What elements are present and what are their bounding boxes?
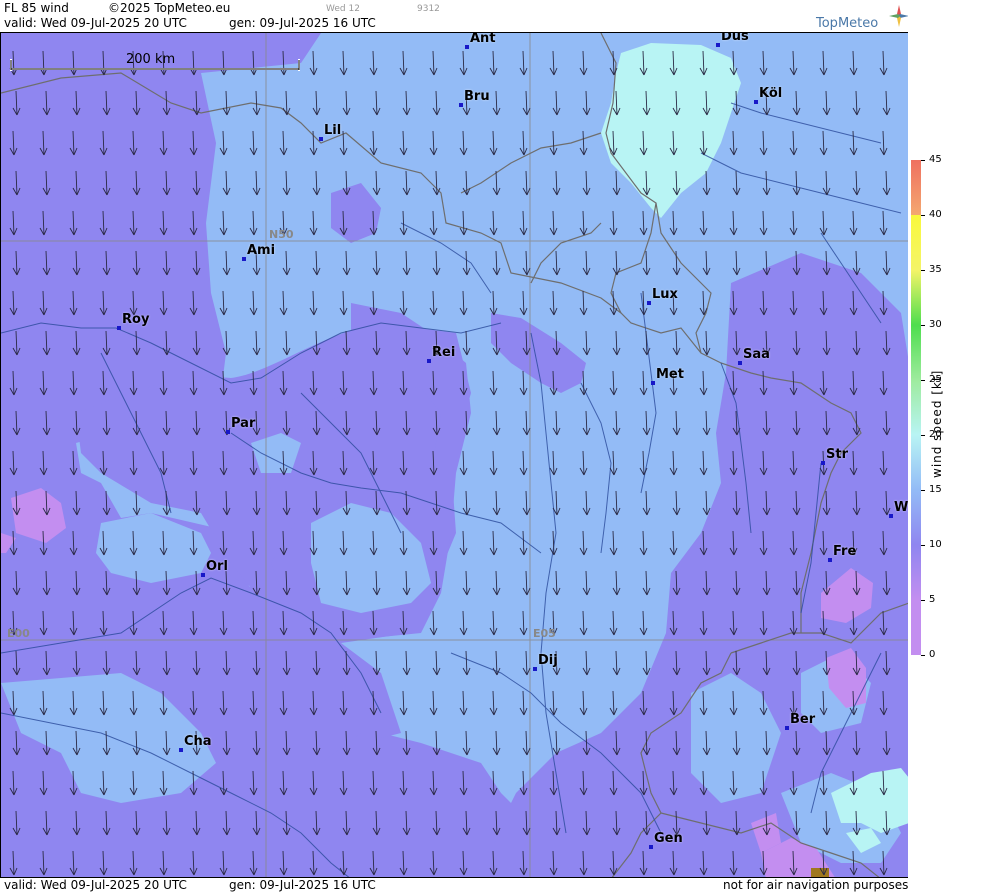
city-marker [427,359,431,363]
product-title: FL 85 wind [4,1,69,15]
city-label: W [894,500,908,515]
footer-valid-time: valid: Wed 09-Jul-2025 20 UTC [4,878,187,892]
footer-generated-time: gen: 09-Jul-2025 16 UTC [229,878,376,892]
wind-speed-legend: 45 40 35 30 25 20 15 10 5 0 wind speed [kt] [908,0,1000,893]
legend-band [911,600,921,655]
city-marker [226,430,230,434]
legend-tick-label: 0 [929,649,936,660]
legend-tick-mark [921,215,925,216]
legend-band [911,215,921,270]
legend-tick-mark [921,600,925,601]
legend-band [911,490,921,545]
city-label: Lux [652,287,678,302]
grid-label-e00: E00 [7,627,30,640]
city-marker [242,257,246,261]
city-label: Köl [759,86,783,101]
legend-title: wind speed [kt] [930,369,944,478]
city-label: Saa [743,347,770,362]
city-label: Düs [721,32,749,44]
city-marker [889,514,893,518]
legend-tick-mark [921,270,925,271]
city-marker [117,326,121,330]
city-marker [649,845,653,849]
city-label: Dij [538,653,558,668]
city-label: Met [656,367,684,382]
legend-tick-mark [921,160,925,161]
legend-tick-label: 40 [929,209,942,220]
scale-bar-label: 200 km [126,52,176,67]
city-marker [459,103,463,107]
legend-tick-label: 5 [929,594,936,605]
legend-band [911,325,921,380]
legend-color-bar [911,160,921,655]
legend-band [911,160,921,215]
city-label: Par [231,416,256,431]
footer-disclaimer: not for air navigation purposes [723,878,909,892]
small-day-label: Wed 12 [326,4,360,14]
legend-tick-mark [921,655,925,656]
city-marker [828,558,832,562]
city-label: Gen [654,831,683,846]
legend-tick-mark [921,325,925,326]
city-marker [651,381,655,385]
city-label: Lil [324,123,342,138]
legend-band [911,380,921,435]
city-marker [716,43,720,47]
legend-band [911,435,921,490]
legend-tick-mark [921,490,925,491]
small-code-label: 9312 [417,4,440,14]
city-label: Ber [790,712,816,727]
wind-map-canvas [1,33,908,877]
city-marker [647,301,651,305]
topmeteo-logo[interactable]: TopMeteo [812,4,909,32]
legend-band [911,270,921,325]
city-marker [785,726,789,730]
city-marker [533,667,537,671]
legend-tick-label: 35 [929,264,942,275]
city-label: Orl [206,559,228,574]
city-marker [738,361,742,365]
city-marker [179,748,183,752]
city-label: Cha [184,734,212,749]
city-label: Str [826,447,848,462]
generated-time: gen: 09-Jul-2025 16 UTC [229,16,376,30]
valid-time: valid: Wed 09-Jul-2025 20 UTC [4,16,187,30]
city-label: Ami [247,243,276,258]
legend-tick-mark [921,380,925,381]
wind-map[interactable]: 200 km N50 E00 E05 Ant Düs Bru Köl Lil Ami Lux… [0,32,908,878]
brand-name: TopMeteo [816,16,879,31]
legend-tick-mark [921,545,925,546]
legend-tick-label: 10 [929,539,942,550]
map-footer: valid: Wed 09-Jul-2025 20 UTC gen: 09-Ju… [0,878,908,893]
city-label: Rei [432,345,456,360]
city-label: Fre [833,544,857,559]
city-marker [465,45,469,49]
grid-label-n50: N50 [269,228,294,241]
city-marker [821,461,825,465]
city-label: Bru [464,89,490,104]
map-header: FL 85 wind ©2025 TopMeteo.eu Wed 12 9312… [0,0,909,32]
legend-tick-mark [921,435,925,436]
legend-tick-label: 30 [929,319,942,330]
legend-tick-label: 45 [929,154,942,165]
city-label: Roy [122,312,150,327]
copyright-text: ©2025 TopMeteo.eu [108,1,231,15]
city-marker [754,100,758,104]
grid-label-e05: E05 [533,627,556,640]
city-marker [201,573,205,577]
legend-tick-label: 15 [929,484,942,495]
city-marker [319,137,323,141]
city-label: Ant [470,32,496,46]
legend-band [911,545,921,600]
compass-icon [889,5,909,27]
